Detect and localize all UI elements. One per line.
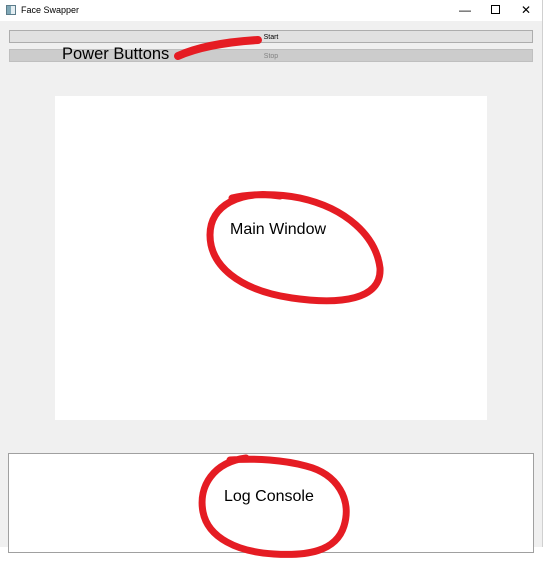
start-button[interactable]: Start	[9, 30, 533, 43]
app-window-icon	[6, 5, 16, 15]
close-icon: ✕	[520, 3, 532, 17]
main-view	[55, 96, 487, 420]
maximize-button[interactable]	[479, 0, 511, 21]
title-bar[interactable]: Face Swapper — ✕	[0, 0, 542, 21]
close-button[interactable]: ✕	[510, 0, 542, 21]
minimize-icon: —	[459, 3, 471, 17]
maximize-icon	[490, 5, 500, 15]
window-title: Face Swapper	[21, 5, 80, 15]
stop-button[interactable]: Stop	[9, 49, 533, 62]
app-window: Face Swapper — ✕ Start Stop	[0, 0, 543, 553]
log-console[interactable]	[8, 453, 534, 553]
minimize-button[interactable]: —	[449, 0, 481, 21]
